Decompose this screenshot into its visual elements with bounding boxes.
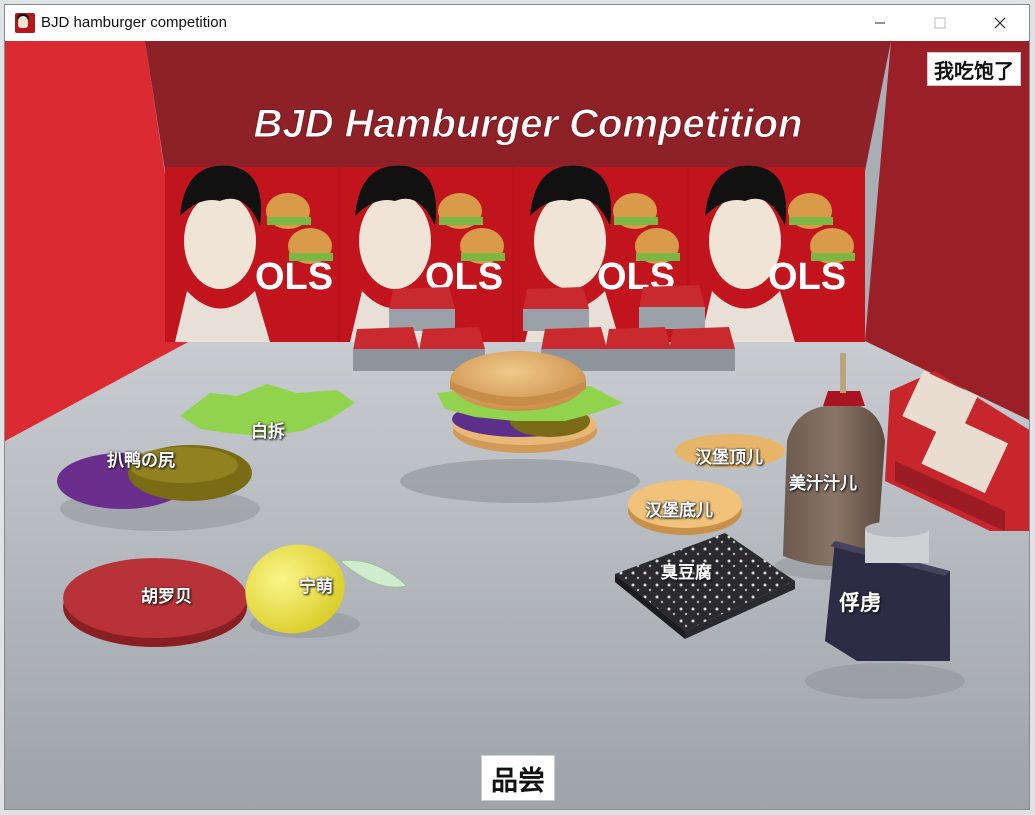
burger-box bbox=[353, 327, 419, 371]
taste-button[interactable]: 品尝 bbox=[481, 755, 555, 801]
close-icon bbox=[994, 17, 1006, 29]
burger-box bbox=[523, 287, 589, 331]
ingredient-label-huluobei: 胡罗贝 bbox=[141, 587, 192, 606]
poster-text: OLS bbox=[255, 256, 333, 298]
ingredient-label-meizhi: 美汁汁儿 bbox=[789, 474, 857, 493]
window-title: BJD hamburger competition bbox=[41, 14, 227, 31]
maximize-icon bbox=[934, 17, 946, 29]
burger-box bbox=[669, 327, 735, 371]
ingredient-label-hanbao-di: 汉堡底儿 bbox=[645, 501, 713, 520]
ingredient-label-fuhu: 俘虏 bbox=[839, 592, 881, 615]
ingredient-label-chou-doufu: 臭豆腐 bbox=[661, 563, 712, 582]
game-window: BJD hamburger competition OLS OLS OLS OL… bbox=[4, 4, 1030, 810]
poster-strip bbox=[165, 165, 865, 342]
minimize-icon bbox=[875, 22, 885, 24]
app-icon bbox=[15, 13, 35, 33]
minimize-button[interactable] bbox=[857, 5, 903, 41]
ingredient-label-ningmeng: 宁萌 bbox=[299, 577, 333, 596]
ingredient-label-baichai: 白拆 bbox=[251, 422, 285, 441]
burger-box bbox=[605, 327, 671, 371]
full-button[interactable]: 我吃饱了 bbox=[927, 52, 1021, 86]
ingredient-label-bayazhipi: 扒鸭の尻 bbox=[107, 451, 175, 470]
burger-box bbox=[639, 285, 705, 329]
banner-title: BJD Hamburger Competition bbox=[254, 102, 803, 146]
burger-box bbox=[389, 287, 455, 331]
scene-canvas: OLS OLS OLS OLS BJD Hamburger Competitio… bbox=[5, 41, 1029, 809]
ingredient-label-hanbao-ding: 汉堡顶儿 bbox=[695, 448, 763, 467]
poster-text: OLS bbox=[768, 256, 846, 298]
close-button[interactable] bbox=[977, 5, 1023, 41]
poster bbox=[690, 165, 865, 342]
poster bbox=[165, 165, 337, 342]
game-viewport[interactable]: OLS OLS OLS OLS BJD Hamburger Competitio… bbox=[5, 41, 1029, 809]
title-bar[interactable]: BJD hamburger competition bbox=[5, 5, 1029, 41]
maximize-button[interactable] bbox=[917, 5, 963, 41]
